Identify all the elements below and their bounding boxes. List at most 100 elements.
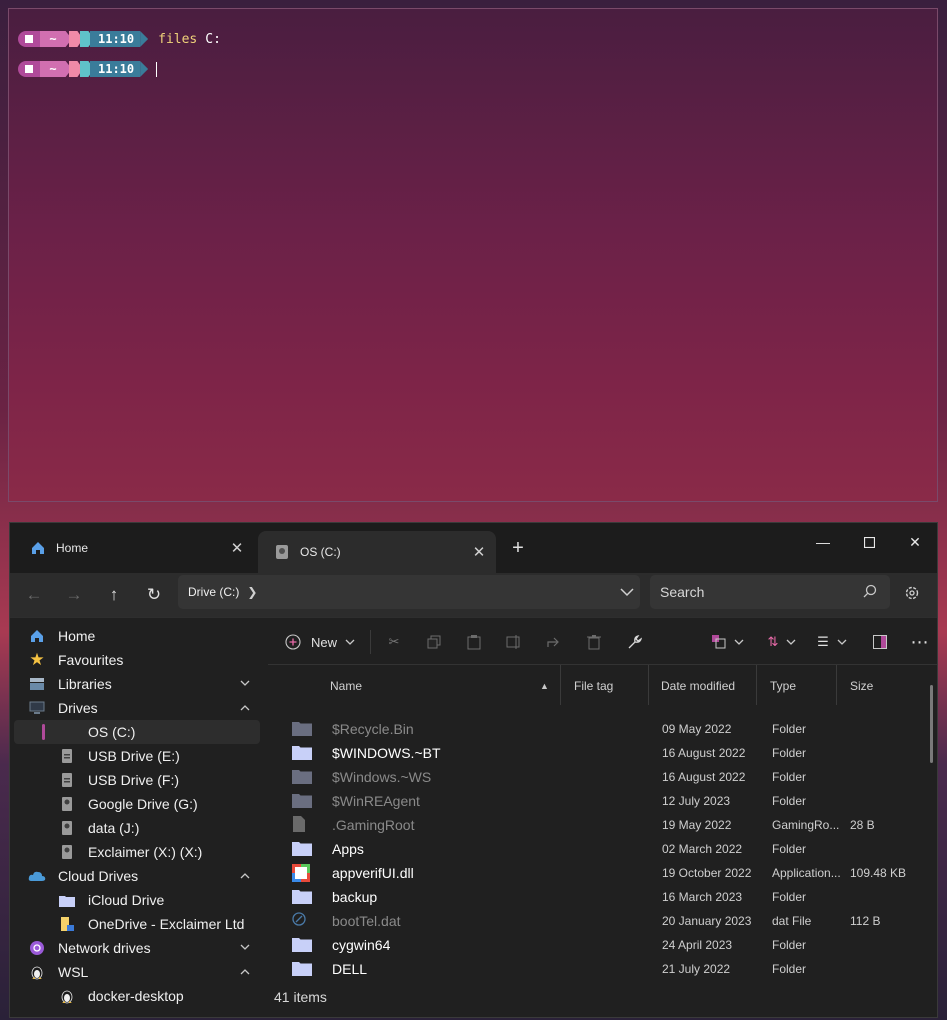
cut-icon[interactable]: ✂ <box>380 628 408 656</box>
rename-icon[interactable] <box>500 628 528 656</box>
search-icon[interactable] <box>862 583 878 602</box>
prompt-arrow <box>140 31 149 47</box>
preview-pane-icon[interactable] <box>866 628 894 656</box>
prompt-directory: ~ <box>40 31 72 47</box>
chevron-down-icon[interactable] <box>620 585 634 600</box>
column-header-date-modified[interactable]: Date modified <box>661 679 735 693</box>
file-date-modified: 21 July 2022 <box>662 962 731 976</box>
breadcrumb[interactable]: Drive (C:) <box>188 585 239 599</box>
refresh-icon[interactable]: ↻ <box>136 579 172 611</box>
file-type: Folder <box>772 794 807 808</box>
address-bar[interactable]: Drive (C:) ❯ <box>178 575 640 609</box>
up-arrow-icon[interactable]: ↑ <box>96 579 132 611</box>
selection-indicator <box>42 724 45 740</box>
file-row[interactable]: appverifUI.dll 19 October 2022 Application… <box>268 861 928 885</box>
sidebar-item-icloud-drive[interactable]: iCloud Drive <box>14 888 260 912</box>
close-icon[interactable]: ✕ <box>466 543 492 561</box>
column-header-size[interactable]: Size <box>850 679 873 693</box>
tab-os-c[interactable]: OS (C:) ✕ <box>258 531 496 573</box>
terminal-window[interactable]: ~ 11:10 files C: ~ 11:10 <box>8 8 938 502</box>
file-date-modified: 09 May 2022 <box>662 722 732 736</box>
column-header-type[interactable]: Type <box>770 679 796 693</box>
vertical-scrollbar[interactable] <box>930 685 933 763</box>
drive-icon <box>58 843 76 861</box>
sidebar-item-label: Home <box>58 628 96 644</box>
copy-icon[interactable] <box>420 628 448 656</box>
chevron-down-icon[interactable] <box>240 942 250 954</box>
windows-icon <box>18 61 40 77</box>
sidebar-item-google-drive-g[interactable]: Google Drive (G:) <box>14 792 260 816</box>
dll-file-icon <box>292 864 312 882</box>
column-divider[interactable] <box>560 665 561 705</box>
maximize-button[interactable] <box>846 527 892 557</box>
share-icon[interactable] <box>540 628 568 656</box>
delete-icon[interactable] <box>580 628 608 656</box>
sidebar-item-network-drives[interactable]: Network drives <box>14 936 260 960</box>
column-divider[interactable] <box>648 665 649 705</box>
file-row[interactable]: bootTel.dat 20 January 2023 dat File 112 B <box>268 909 928 933</box>
chevron-up-icon[interactable] <box>240 966 250 978</box>
column-header-file-tag[interactable]: File tag <box>574 679 613 693</box>
file-date-modified: 20 January 2023 <box>662 914 752 928</box>
chevron-right-icon[interactable]: ❯ <box>247 585 257 599</box>
tab-home[interactable]: Home ✕ <box>14 531 254 565</box>
close-icon[interactable]: ✕ <box>224 539 250 557</box>
file-size: 109.48 KB <box>850 866 907 880</box>
column-divider[interactable] <box>836 665 837 705</box>
sidebar-item-wsl[interactable]: WSL <box>14 960 260 984</box>
chevron-up-icon[interactable] <box>240 870 250 882</box>
computer-icon <box>28 699 46 717</box>
settings-gear-icon[interactable] <box>898 579 926 607</box>
search-placeholder: Search <box>660 584 705 600</box>
sort-button[interactable]: ⇅ <box>762 628 802 656</box>
new-button[interactable]: New <box>282 628 358 656</box>
file-date-modified: 16 August 2022 <box>662 770 746 784</box>
sidebar-item-home[interactable]: Home <box>14 624 260 648</box>
chevron-down-icon[interactable] <box>240 678 250 690</box>
file-row[interactable]: $Windows.~WS 16 August 2022 Folder <box>268 765 928 789</box>
file-row[interactable]: DELL 21 July 2022 Folder <box>268 957 928 977</box>
forward-arrow-icon[interactable]: → <box>56 579 92 611</box>
file-row[interactable]: $WinREAgent 12 July 2023 Folder <box>268 789 928 813</box>
sidebar-item-usb-e[interactable]: USB Drive (E:) <box>14 744 260 768</box>
group-button[interactable]: ☰ <box>812 628 852 656</box>
sidebar-item-drives[interactable]: Drives <box>14 696 260 720</box>
sidebar-item-label: USB Drive (F:) <box>88 772 179 788</box>
sidebar-item-libraries[interactable]: Libraries <box>14 672 260 696</box>
sidebar-item-cloud-drives[interactable]: Cloud Drives <box>14 864 260 888</box>
chevron-up-icon[interactable] <box>240 702 250 714</box>
text-cursor[interactable] <box>156 61 158 77</box>
folder-icon <box>292 888 312 906</box>
file-row[interactable]: cygwin64 24 April 2023 Folder <box>268 933 928 957</box>
sidebar-item-os-c[interactable]: OS (C:) <box>14 720 260 744</box>
file-row[interactable]: backup 16 March 2023 Folder <box>268 885 928 909</box>
sidebar-item-onedrive[interactable]: OneDrive - Exclaimer Ltd <box>14 912 260 936</box>
layout-mode-button[interactable] <box>708 628 748 656</box>
column-header-name[interactable]: Name <box>330 679 362 693</box>
toolbar-divider <box>370 630 371 654</box>
file-type: Folder <box>772 746 807 760</box>
properties-wrench-icon[interactable] <box>620 628 648 656</box>
sidebar-item-exclaimer-x[interactable]: Exclaimer (X:) (X:) <box>14 840 260 864</box>
file-row[interactable]: .GamingRoot 19 May 2022 GamingRo... 28 B <box>268 813 928 837</box>
more-options-icon[interactable]: ⋯ <box>906 628 934 656</box>
search-input[interactable]: Search <box>650 575 890 609</box>
back-arrow-icon[interactable]: ← <box>16 579 52 611</box>
sort-arrows-icon: ⇅ <box>767 634 779 649</box>
file-row[interactable]: $Recycle.Bin 09 May 2022 Folder <box>268 717 928 741</box>
file-date-modified: 24 April 2023 <box>662 938 733 952</box>
column-divider[interactable] <box>756 665 757 705</box>
new-tab-button[interactable]: + <box>508 537 528 560</box>
sidebar-item-favourites[interactable]: ★ Favourites <box>14 648 260 672</box>
sidebar-item-data-j[interactable]: data (J:) <box>14 816 260 840</box>
linux-icon <box>58 987 76 1005</box>
sidebar-item-label: docker-desktop <box>88 988 184 1004</box>
minimize-button[interactable]: — <box>800 527 846 557</box>
sidebar-item-usb-f[interactable]: USB Drive (F:) <box>14 768 260 792</box>
sidebar-item-label: iCloud Drive <box>88 892 165 908</box>
file-row[interactable]: $WINDOWS.~BT 16 August 2022 Folder <box>268 741 928 765</box>
close-window-button[interactable]: ✕ <box>892 527 938 557</box>
paste-icon[interactable] <box>460 628 488 656</box>
sidebar-item-docker-desktop[interactable]: docker-desktop <box>14 984 260 1008</box>
file-row[interactable]: Apps 02 March 2022 Folder <box>268 837 928 861</box>
